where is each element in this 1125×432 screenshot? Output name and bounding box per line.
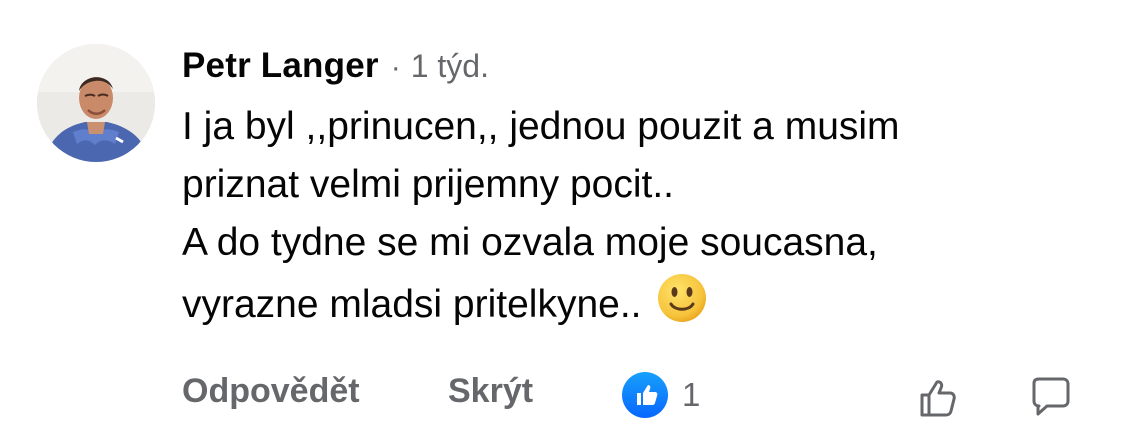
comment-actions: Odpovědět Skrýt 1 (182, 372, 1125, 432)
comment-line: I ja byl ,,prinucen,, jednou pouzit a mu… (182, 105, 900, 148)
reply-button[interactable]: Odpovědět (182, 372, 360, 411)
hide-button[interactable]: Skrýt (448, 372, 533, 411)
like-thumb-icon (622, 372, 668, 418)
like-count: 1 (682, 376, 701, 413)
meta-separator: · (390, 51, 401, 84)
comment-bubble-icon[interactable] (1028, 375, 1074, 421)
comment-content: Petr Langer · 1 týd. I ja byl ,,prinucen… (182, 40, 1082, 334)
avatar[interactable] (37, 44, 155, 162)
comment-line-last: vyrazne mladsi pritelkyne.. (182, 272, 1082, 334)
comment: Petr Langer · 1 týd. I ja byl ,,prinucen… (0, 0, 1125, 418)
avatar-image (37, 44, 155, 162)
comment-line-text: vyrazne mladsi pritelkyne.. (182, 283, 642, 326)
slightly-smiling-face-emoji (658, 274, 707, 322)
comment-line: priznat velmi prijemny pocit.. (182, 163, 674, 206)
reaction-summary[interactable]: 1 (622, 372, 700, 418)
comment-timestamp[interactable]: 1 týd. (411, 40, 489, 92)
thumbs-up-outline-icon[interactable] (914, 375, 960, 421)
comment-text: I ja byl ,,prinucen,, jednou pouzit a mu… (182, 98, 1082, 334)
author-name[interactable]: Petr Langer (182, 40, 379, 92)
comment-meta: Petr Langer · 1 týd. (182, 40, 1082, 92)
comment-line: A do tydne se mi ozvala moje soucasna, (182, 221, 878, 264)
